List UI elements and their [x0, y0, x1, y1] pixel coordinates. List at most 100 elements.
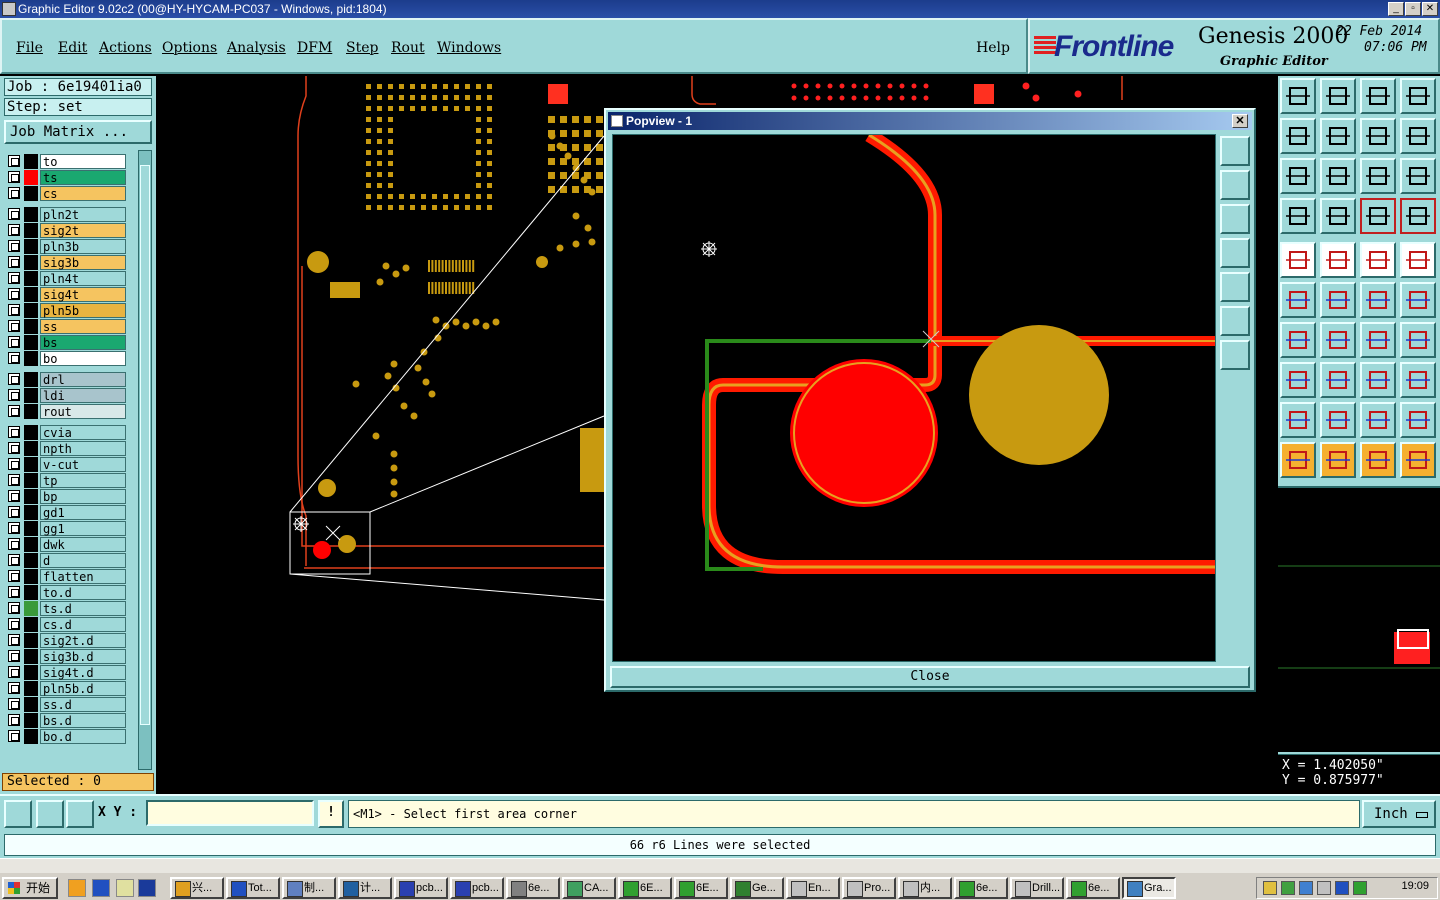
cross-icon[interactable]	[1320, 282, 1356, 318]
ruler-icon[interactable]	[1360, 242, 1396, 278]
layer-checkbox[interactable]	[8, 288, 20, 300]
layer-row[interactable]: cs.d	[4, 617, 128, 632]
layer-color-swatch[interactable]	[24, 303, 38, 318]
layer-name[interactable]: cs.d	[40, 617, 126, 632]
layer-row[interactable]: to.d	[4, 585, 128, 600]
layer-name[interactable]: ts.d	[40, 601, 126, 616]
triangle-icon[interactable]	[1280, 402, 1316, 438]
layer-row[interactable]: sig4t	[4, 287, 128, 302]
taskbar-task[interactable]: Pro...	[842, 877, 896, 899]
layer-color-swatch[interactable]	[24, 729, 38, 744]
layer-color-swatch[interactable]	[24, 255, 38, 270]
layer-color-swatch[interactable]	[24, 335, 38, 350]
layer-checkbox[interactable]	[8, 634, 20, 646]
layer-checkbox[interactable]	[8, 389, 20, 401]
layer-color-swatch[interactable]	[24, 521, 38, 536]
quicklaunch-browser-icon[interactable]	[92, 879, 110, 897]
close-window-button[interactable]: ✕	[1422, 2, 1438, 16]
tray-security-icon[interactable]	[1353, 881, 1367, 895]
angle-icon[interactable]	[1280, 322, 1316, 358]
menu-step[interactable]: Step	[346, 40, 378, 56]
layer-name[interactable]: bs.d	[40, 713, 126, 728]
layer-name[interactable]: v-cut	[40, 457, 126, 472]
layer-row[interactable]: sig4t.d	[4, 665, 128, 680]
taskbar-task[interactable]: CA...	[562, 877, 616, 899]
layer-row[interactable]: pln4t	[4, 271, 128, 286]
pan-icon[interactable]	[1320, 158, 1356, 194]
taskbar-task[interactable]: 6e...	[506, 877, 560, 899]
layer-row[interactable]: pln3b	[4, 239, 128, 254]
layer-checkbox[interactable]	[8, 602, 20, 614]
layer-name[interactable]: pln5b.d	[40, 681, 126, 696]
popview-tool-1-icon[interactable]	[1220, 136, 1250, 166]
layer-name[interactable]: npth	[40, 441, 126, 456]
triangle-c-icon[interactable]	[1400, 402, 1436, 438]
layer-checkbox[interactable]	[8, 426, 20, 438]
layer-row[interactable]: ss.d	[4, 697, 128, 712]
units-select[interactable]: Inch	[1362, 800, 1436, 828]
menu-options[interactable]: Options	[162, 40, 217, 56]
grid-icon[interactable]	[1320, 198, 1356, 234]
layer-row[interactable]: cvia	[4, 425, 128, 440]
layer-row[interactable]: cs	[4, 186, 128, 201]
layer-color-swatch[interactable]	[24, 473, 38, 488]
tray-shield-icon[interactable]	[1299, 881, 1313, 895]
layer-color-swatch[interactable]	[24, 404, 38, 419]
layer-row[interactable]: bs.d	[4, 713, 128, 728]
menu-analysis[interactable]: Analysis	[227, 40, 286, 56]
layer-row[interactable]: tp	[4, 473, 128, 488]
zoom-ratio-icon[interactable]	[1360, 158, 1396, 194]
layer-checkbox[interactable]	[8, 714, 20, 726]
menu-rout[interactable]: Rout	[391, 40, 425, 56]
layer-name[interactable]: tp	[40, 473, 126, 488]
layer-color-swatch[interactable]	[24, 372, 38, 387]
layer-row[interactable]: d	[4, 553, 128, 568]
pointer-box-icon[interactable]	[1320, 442, 1356, 478]
layer-color-swatch[interactable]	[24, 154, 38, 169]
quicklaunch-clock-icon[interactable]	[68, 879, 86, 897]
zoom-fit-icon[interactable]	[1280, 158, 1316, 194]
layer-name[interactable]: pln4t	[40, 271, 126, 286]
layer-checkbox[interactable]	[8, 538, 20, 550]
layer-name[interactable]: sig2t.d	[40, 633, 126, 648]
layer-color-swatch[interactable]	[24, 388, 38, 403]
line-red-icon[interactable]	[1320, 242, 1356, 278]
taskbar-task[interactable]: 内...	[898, 877, 952, 899]
layer-row[interactable]: drl	[4, 372, 128, 387]
triangle-a-icon[interactable]	[1320, 402, 1356, 438]
tray-app-icon[interactable]	[1317, 881, 1331, 895]
line-icon[interactable]	[1320, 322, 1356, 358]
taskbar-task[interactable]: 6e...	[1066, 877, 1120, 899]
swap-icon[interactable]	[1400, 118, 1436, 154]
layer-color-swatch[interactable]	[24, 207, 38, 222]
layer-color-swatch[interactable]	[24, 569, 38, 584]
job-matrix-button[interactable]: Job Matrix ...	[4, 120, 152, 144]
layer-color-swatch[interactable]	[24, 697, 38, 712]
menu-actions[interactable]: Actions	[99, 40, 152, 56]
layer-checkbox[interactable]	[8, 336, 20, 348]
layer-checkbox[interactable]	[8, 730, 20, 742]
layer-checkbox[interactable]	[8, 618, 20, 630]
taskbar-task[interactable]: 计...	[338, 877, 392, 899]
layer-checkbox[interactable]	[8, 586, 20, 598]
popview-pan-down-icon[interactable]	[1220, 204, 1250, 234]
layer-row[interactable]: gg1	[4, 521, 128, 536]
layer-row[interactable]: npth	[4, 441, 128, 456]
layer-checkbox[interactable]	[8, 474, 20, 486]
group-icon[interactable]	[1400, 362, 1436, 398]
quicklaunch-save-icon[interactable]	[138, 879, 156, 897]
house-icon[interactable]	[1360, 78, 1396, 114]
layer-row[interactable]: sig2t.d	[4, 633, 128, 648]
minimize-button[interactable]: _	[1388, 2, 1404, 16]
layer-checkbox[interactable]	[8, 224, 20, 236]
popview-close-icon[interactable]: ✕	[1232, 114, 1248, 128]
layer-checkbox[interactable]	[8, 570, 20, 582]
snap-red-2-icon[interactable]	[1400, 198, 1436, 234]
layer-scrollbar[interactable]	[138, 150, 152, 770]
taskbar-task[interactable]: pcb...	[394, 877, 448, 899]
layer-row[interactable]: flatten	[4, 569, 128, 584]
layer-checkbox[interactable]	[8, 373, 20, 385]
layer-row[interactable]: rout	[4, 404, 128, 419]
layer-color-swatch[interactable]	[24, 271, 38, 286]
route-icon[interactable]	[1400, 442, 1436, 478]
